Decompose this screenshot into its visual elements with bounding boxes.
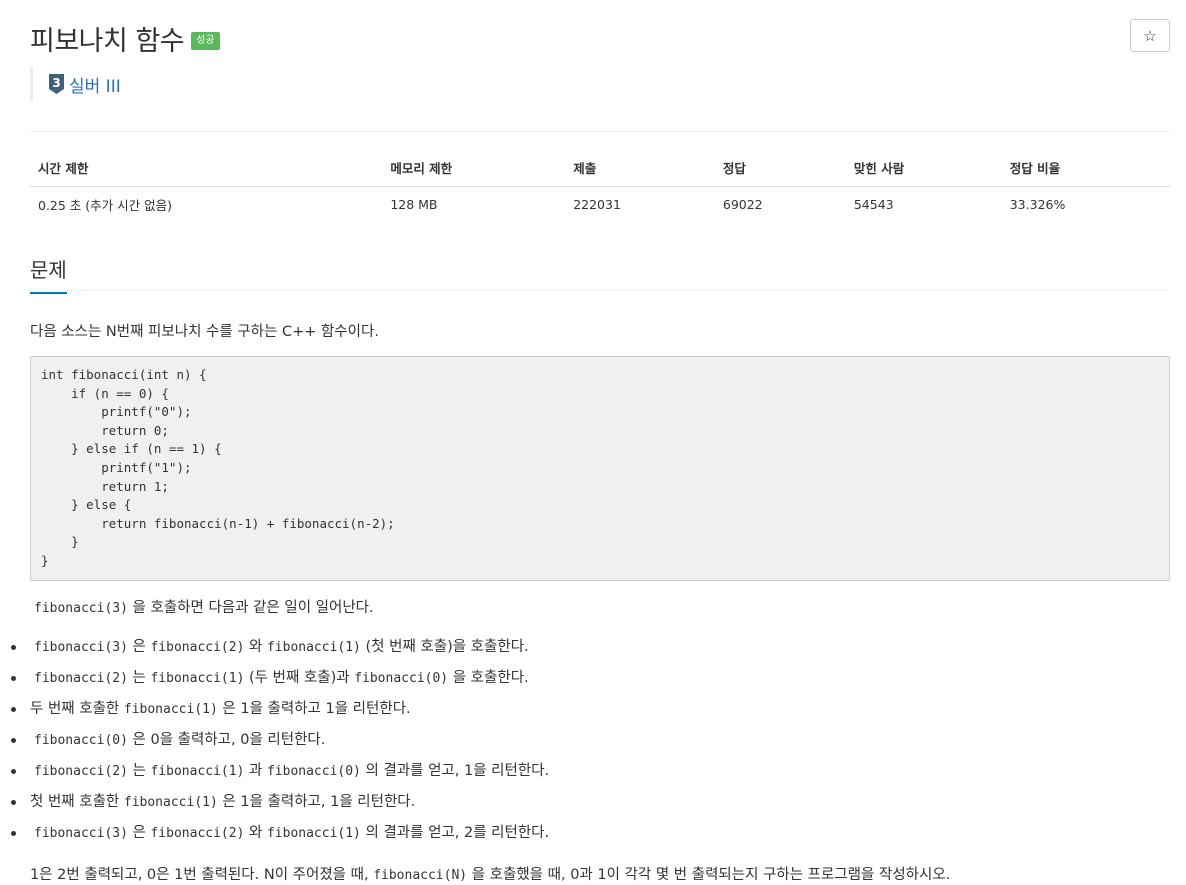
problem-info-table: 시간 제한 메모리 제한 제출 정답 맞힌 사람 정답 비율 0.25 초 (추…	[30, 150, 1170, 222]
inline-code: fibonacci(0)	[354, 671, 449, 686]
inline-code: fibonacci(3)	[34, 826, 128, 841]
star-button[interactable]: ☆	[1130, 19, 1170, 52]
inline-code: fibonacci(1)	[266, 826, 361, 841]
list-item: fibonacci(3) 은 fibonacci(2) 와 fibonacci(…	[10, 636, 549, 667]
star-icon: ☆	[1143, 27, 1157, 45]
summary-text: 을 호출했을 때, 0과 1이 각각 몇 번 출력되는지 구하는 프로그램을 작…	[467, 867, 951, 883]
info-value-row: 0.25 초 (추가 시간 없음) 128 MB 222031 69022 54…	[30, 186, 1170, 222]
step-text: 는	[127, 670, 151, 686]
code-block: int fibonacci(int n) { if (n == 0) { pri…	[30, 356, 1170, 581]
step-text: 은	[127, 825, 151, 841]
problem-title: 피보나치 함수	[30, 25, 185, 57]
solvers-value: 54543	[853, 196, 894, 212]
step-text: 은 1을 출력하고, 1을 리턴한다.	[217, 794, 416, 810]
inline-code: fibonacci(2)	[150, 826, 245, 841]
accept-ratio-header: 정답 비율	[1001, 150, 1170, 187]
list-item: fibonacci(3) 은 fibonacci(2) 와 fibonacci(…	[10, 822, 550, 853]
step-text: 을 호출한다.	[448, 670, 529, 686]
step-text: 과	[244, 763, 267, 779]
accepted-header: 정답	[714, 150, 846, 187]
section-divider	[30, 290, 1170, 291]
inline-code: fibonacci(3)	[34, 601, 128, 616]
inline-code: fibonacci(1)	[150, 764, 245, 779]
step-text: 의 결과를 얻고, 2를 리턴한다.	[360, 825, 550, 841]
step-text: 의 결과를 얻고, 1을 리턴한다.	[360, 763, 550, 779]
list-item: fibonacci(2) 는 fibonacci(1) (두 번째 호출)과 f…	[10, 667, 549, 698]
solvers-header: 맞힌 사람	[845, 150, 1002, 187]
step-text: 은 0을 출력하고, 0을 리턴한다.	[127, 732, 326, 748]
list-item: fibonacci(2) 는 fibonacci(1) 과 fibonacci(…	[10, 760, 550, 791]
info-header-row: 시간 제한 메모리 제한 제출 정답 맞힌 사람 정답 비율	[30, 150, 1170, 187]
result-badge: 성공	[191, 32, 220, 50]
step-text: 와	[244, 639, 267, 655]
step-text: 두 번째 호출한	[30, 701, 124, 717]
section-title: 문제	[30, 254, 67, 294]
problem-intro: 다음 소스는 N번째 피보나치 수를 구하는 C++ 함수이다.	[30, 324, 379, 340]
list-item: 첫 번째 호출한 fibonacci(1) 은 1을 출력하고, 1을 리턴한다…	[10, 791, 549, 822]
step-text: 첫 번째 호출한	[30, 794, 124, 810]
time-limit-header: 시간 제한	[30, 150, 383, 187]
problem-page: 피보나치 함수 성공 ☆ 3 실버 III 시간 제한 메모리 제한 제출 정답…	[0, 0, 1186, 885]
list-item: fibonacci(0) 은 0을 출력하고, 0을 리턴한다.	[10, 729, 549, 760]
problem-section-heading: 문제	[30, 254, 67, 294]
inline-code: fibonacci(1)	[123, 795, 218, 810]
step-text: (두 번째 호출)과	[244, 670, 355, 686]
inline-code: fibonacci(0)	[34, 733, 128, 748]
step-text: 은	[127, 639, 151, 655]
inline-code: fibonacci(2)	[34, 764, 128, 779]
submissions-value: 222031	[573, 196, 621, 212]
svg-text:3: 3	[52, 76, 60, 90]
step-text: 는	[127, 763, 151, 779]
silver-tier-icon: 3	[49, 74, 64, 94]
step-text: (첫 번째 호출)을 호출한다.	[360, 639, 529, 655]
call-text: 을 호출하면 다음과 같은 일이 일어난다.	[127, 600, 374, 616]
inline-code: fibonacci(1)	[123, 702, 218, 717]
inline-code: fibonacci(N)	[373, 868, 468, 883]
tier-label[interactable]: 실버 III	[69, 72, 121, 97]
inline-code: fibonacci(0)	[266, 764, 361, 779]
inline-code: fibonacci(1)	[266, 640, 361, 655]
inline-code: fibonacci(2)	[34, 671, 128, 686]
list-item: 두 번째 호출한 fibonacci(1) 은 1을 출력하고 1을 리턴한다.	[10, 698, 549, 729]
title-row: 피보나치 함수 성공	[30, 16, 220, 60]
inline-code: fibonacci(2)	[150, 640, 245, 655]
header-divider	[30, 131, 1170, 132]
accept-ratio-value: 33.326%	[1009, 196, 1066, 212]
accepted-value: 69022	[722, 196, 763, 212]
step-text: 은 1을 출력하고 1을 리턴한다.	[217, 701, 411, 717]
step-text: 와	[244, 825, 267, 841]
inline-code: fibonacci(3)	[34, 640, 128, 655]
tier-row: 3 실버 III	[30, 67, 121, 101]
inline-code: fibonacci(1)	[150, 671, 245, 686]
problem-summary: 1은 2번 출력되고, 0은 1번 출력된다. N이 주어졌을 때, fibon…	[30, 863, 950, 884]
submissions-header: 제출	[565, 150, 715, 187]
call-steps-list: fibonacci(3) 은 fibonacci(2) 와 fibonacci(…	[10, 636, 550, 853]
time-limit-value: 0.25 초 (추가 시간 없음)	[38, 197, 172, 213]
memory-limit-header: 메모리 제한	[382, 150, 566, 187]
memory-limit-value: 128 MB	[390, 196, 438, 212]
summary-text: 1은 2번 출력되고, 0은 1번 출력된다. N이 주어졌을 때,	[30, 867, 374, 883]
call-description: fibonacci(3) 을 호출하면 다음과 같은 일이 일어난다.	[34, 596, 374, 617]
